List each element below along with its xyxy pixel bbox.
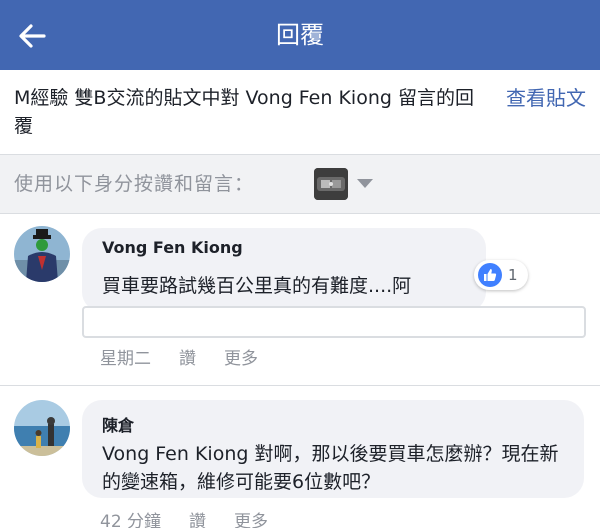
comment-text: Vong Fen Kiong 對啊，那以後要買車怎麼辦？現在新的變速箱，維修可能… (102, 443, 559, 493)
thumbs-up-icon (478, 263, 502, 287)
reaction-count: 1 (508, 266, 518, 284)
chevron-down-icon[interactable] (357, 179, 373, 188)
identity-label: 使用以下身分按讚和留言： (14, 173, 255, 195)
like-button[interactable]: 讚 (189, 507, 206, 528)
reply-context-text: M經驗 雙B交流的貼文中對 Vong Fen Kiong 留言的回覆 (14, 87, 474, 137)
comment-bubble[interactable]: Vong Fen Kiong 買車要路試幾百公里真的有難度....阿 (82, 228, 486, 312)
page-title: 回覆 (276, 21, 324, 49)
view-post-link[interactable]: 查看貼文 (506, 84, 586, 112)
comment-time: 星期二 (100, 349, 151, 369)
avatar[interactable] (14, 226, 70, 282)
comment: Vong Fen Kiong 買車要路試幾百公里真的有難度....阿 1 星期二… (0, 214, 600, 386)
comment-bubble[interactable]: 陳倉 Vong Fen Kiong 對啊，那以後要買車怎麼辦？現在新的變速箱，維… (82, 400, 584, 498)
comment-time: 42 分鐘 (100, 512, 162, 528)
comment-actions: 42 分鐘 讚 更多 (100, 507, 268, 528)
avatar[interactable] (14, 400, 70, 456)
comment: 陳倉 Vong Fen Kiong 對啊，那以後要買車怎麼辦？現在新的變速箱，維… (0, 386, 600, 528)
reaction-badge[interactable]: 1 (474, 260, 528, 290)
like-button[interactable]: 讚 (179, 344, 196, 369)
more-button[interactable]: 更多 (224, 344, 258, 369)
more-button[interactable]: 更多 (234, 507, 268, 528)
reply-input[interactable] (82, 306, 586, 338)
top-bar: 回覆 (0, 0, 600, 70)
comment-author[interactable]: Vong Fen Kiong (102, 238, 243, 257)
comment-author[interactable]: 陳倉 (102, 412, 134, 436)
identity-selector[interactable]: 使用以下身分按讚和留言： (0, 154, 600, 214)
identity-avatar[interactable] (314, 168, 348, 200)
comment-actions: 星期二 讚 更多 (100, 344, 258, 369)
comment-text: 買車要路試幾百公里真的有難度....阿 (102, 275, 412, 297)
reply-context: M經驗 雙B交流的貼文中對 Vong Fen Kiong 留言的回覆 查看貼文 (0, 70, 600, 154)
